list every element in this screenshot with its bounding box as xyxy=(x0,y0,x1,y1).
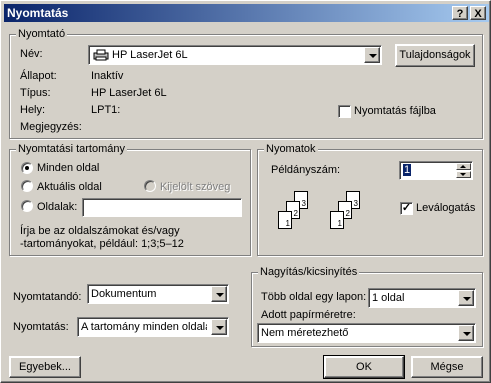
pages-per-sheet-select[interactable]: 1 oldal xyxy=(368,288,476,308)
zoom-group-label: Nagyítás/kicsinyítés xyxy=(258,265,360,279)
print-to-file-label[interactable]: Nyomtatás fájlba xyxy=(354,105,436,118)
status-value: Inaktív xyxy=(91,70,124,82)
copies-count-value: 1 xyxy=(403,164,412,176)
cancel-button[interactable]: Mégse xyxy=(411,356,483,378)
scale-value: Nem méretezhető xyxy=(261,327,349,339)
range-pages-label[interactable]: Oldalak: xyxy=(37,201,77,214)
chevron-down-icon[interactable] xyxy=(211,319,227,335)
spin-down-icon[interactable] xyxy=(456,171,471,178)
printer-name-value: HP LaserJet 6L xyxy=(112,49,188,61)
dialog-title: Nyomtatás xyxy=(7,6,69,20)
print-selection-select[interactable]: A tartomány minden oldala xyxy=(77,317,229,337)
print-selection-label: Nyomtatás: xyxy=(13,321,69,333)
collate-illustration: 3 2 1 3 2 1 xyxy=(272,191,382,241)
print-what-select[interactable]: Dokumentum xyxy=(87,284,229,304)
pages-per-sheet-value: 1 oldal xyxy=(372,292,405,304)
printer-icon xyxy=(93,49,109,61)
range-current-label[interactable]: Aktuális oldal xyxy=(37,181,102,194)
pages-per-sheet-label: Több oldal egy lapon: xyxy=(261,291,367,303)
printer-name-label: Név: xyxy=(20,48,43,60)
ok-button[interactable]: OK xyxy=(323,355,405,379)
collate-page-1b: 1 xyxy=(330,211,344,229)
collate-page-1: 1 xyxy=(278,211,292,229)
options-button[interactable]: Egyebek... xyxy=(9,356,81,378)
chevron-down-icon[interactable] xyxy=(211,286,227,302)
spin-up-icon[interactable] xyxy=(456,163,471,170)
where-label: Hely: xyxy=(20,104,46,116)
comment-label: Megjegyzés: xyxy=(20,121,82,133)
copies-count-stepper[interactable]: 1 xyxy=(399,161,473,180)
range-all-radio[interactable] xyxy=(21,162,33,174)
scale-label: Adott papírméretre: xyxy=(261,309,356,321)
copies-group-label: Nyomatok xyxy=(264,142,318,156)
range-all-label[interactable]: Minden oldal xyxy=(37,162,99,175)
print-dialog: Nyomtatás ? X Nyomtató Név: HP LaserJet … xyxy=(0,0,491,383)
type-value: HP LaserJet 6L xyxy=(91,87,167,99)
help-button[interactable]: ? xyxy=(452,6,468,20)
collate-checkbox[interactable]: ✓ xyxy=(400,202,413,215)
print-to-file-checkbox[interactable] xyxy=(338,105,351,118)
title-bar: Nyomtatás ? X xyxy=(4,4,489,22)
chevron-down-icon[interactable] xyxy=(458,290,474,306)
chevron-down-icon[interactable] xyxy=(458,325,474,341)
type-label: Típus: xyxy=(20,87,51,99)
printer-name-select[interactable]: HP LaserJet 6L xyxy=(88,45,382,65)
close-button[interactable]: X xyxy=(470,6,486,20)
range-group-label: Nyomtatási tartomány xyxy=(16,142,127,156)
range-selection-radio xyxy=(144,180,156,192)
print-what-value: Dokumentum xyxy=(91,288,157,300)
scale-select[interactable]: Nem méretezhető xyxy=(257,323,476,343)
range-hint-line1: Írja be az oldalszámokat és/vagy xyxy=(20,225,180,237)
chevron-down-icon[interactable] xyxy=(364,47,380,63)
where-value: LPT1: xyxy=(91,104,121,116)
pages-input[interactable] xyxy=(82,198,242,217)
status-label: Állapot: xyxy=(20,70,57,82)
collate-label[interactable]: Leválogatás xyxy=(416,202,475,215)
copies-count-label: Példányszám: xyxy=(271,164,341,176)
range-selection-label: Kijelölt szöveg xyxy=(160,181,231,193)
print-selection-value: A tartomány minden oldala xyxy=(81,321,207,333)
copies-spinner[interactable] xyxy=(456,163,471,178)
range-hint-line2: -tartományokat, például: 1;3;5–12 xyxy=(20,238,184,250)
range-pages-radio[interactable] xyxy=(21,200,33,212)
range-current-radio[interactable] xyxy=(21,180,33,192)
print-what-label: Nyomtatandó: xyxy=(13,291,82,303)
printer-group-label: Nyomtató xyxy=(16,27,68,41)
properties-button[interactable]: Tulajdonságok xyxy=(395,44,475,67)
